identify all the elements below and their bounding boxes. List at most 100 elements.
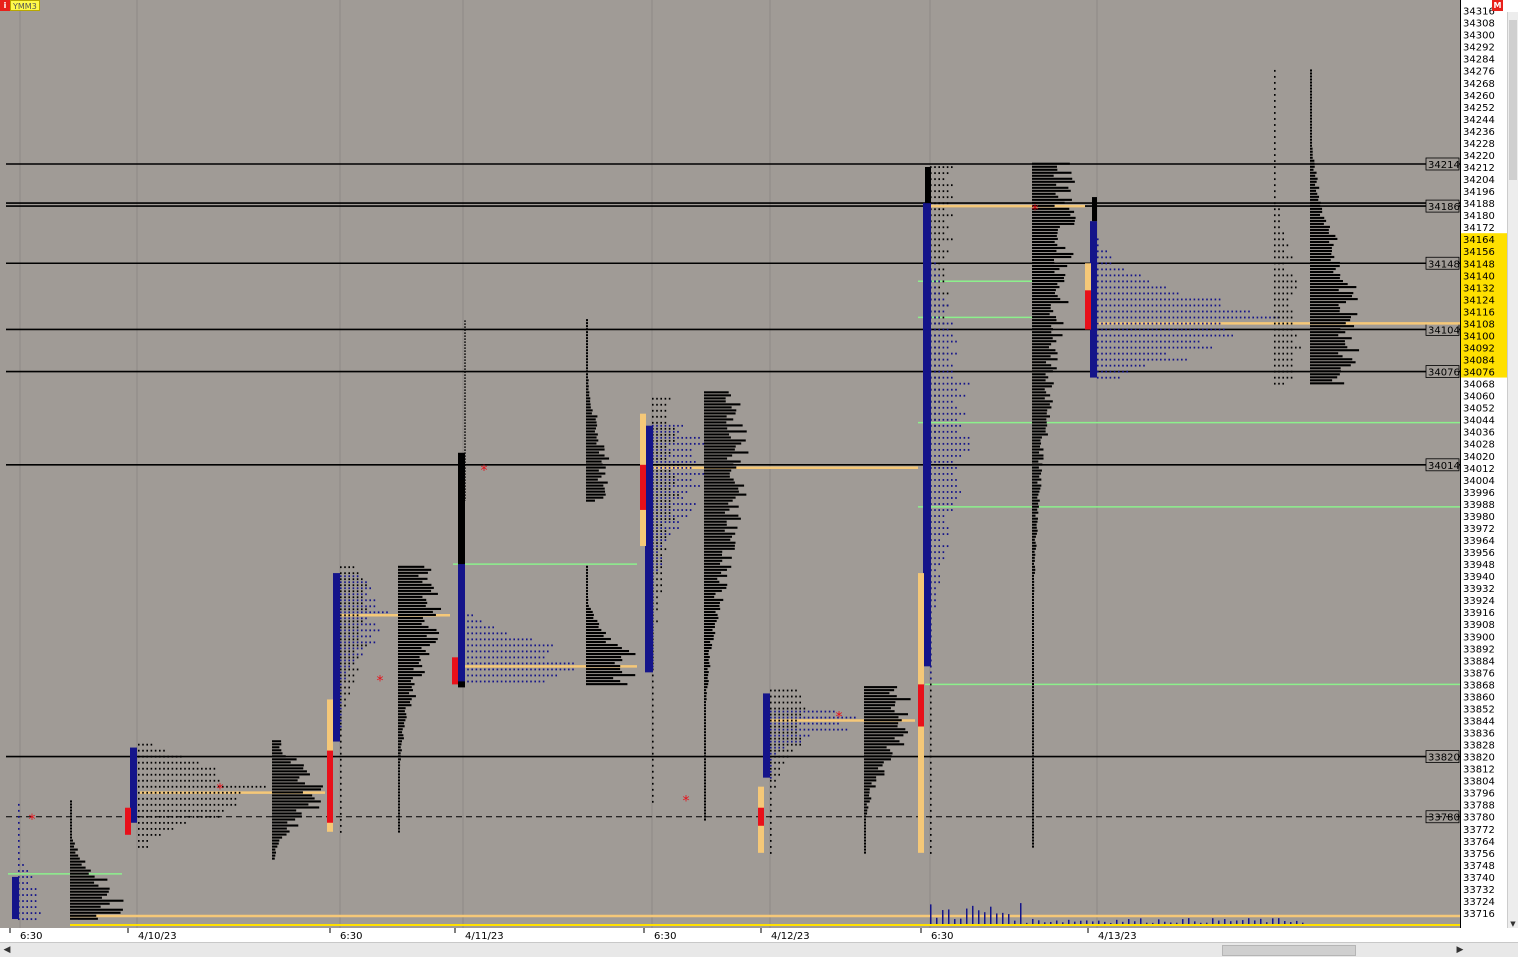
single-print-marker: *: [481, 463, 488, 479]
level-label: 34014: [1428, 461, 1460, 472]
scroll-right-icon[interactable]: ▶: [1453, 943, 1467, 957]
range-bar: [1092, 197, 1097, 222]
profile-histogram: [1032, 162, 1076, 848]
initial-balance-bar: [640, 464, 646, 510]
price-tick-label: 34236: [1463, 127, 1495, 138]
price-tick-label: 34220: [1463, 151, 1495, 162]
price-tick-label: 33844: [1463, 716, 1495, 727]
price-tick-label: 33908: [1463, 620, 1495, 631]
price-tick-label: 34148: [1463, 259, 1495, 270]
price-tick-label: 34084: [1463, 356, 1495, 367]
price-tick-label: 33820: [1463, 753, 1495, 764]
profile-tpo-columns: [1097, 238, 1280, 379]
price-tick-label: 33988: [1463, 500, 1495, 511]
symbol-name: YMM3: [10, 0, 40, 11]
time-axis: 6:30 4/10/23 6:30 4/11/23 6:30 4/12/23 6:30 4/1…: [0, 928, 1460, 942]
single-print-marker: *: [29, 812, 36, 828]
price-tick-label: 34092: [1463, 343, 1495, 354]
price-tick-label: 34132: [1463, 283, 1495, 294]
time-axis-label: 6:30: [654, 931, 676, 942]
profile-histogram: [272, 740, 323, 860]
range-bar: [1090, 221, 1097, 378]
initial-balance-bar: [125, 807, 131, 835]
scroll-left-icon[interactable]: ◀: [0, 943, 14, 957]
price-tick-label: 33940: [1463, 572, 1495, 583]
range-bar: [458, 564, 465, 682]
price-tick-label: 34076: [1463, 368, 1495, 379]
price-tick-label: 34052: [1463, 404, 1495, 415]
price-tick-label: 33788: [1463, 801, 1495, 812]
range-bar: [12, 876, 19, 920]
price-tick-label: 33716: [1463, 909, 1495, 920]
range-bar: [333, 573, 340, 742]
price-tick-label: 33828: [1463, 741, 1495, 752]
level-label: 34076: [1428, 368, 1460, 379]
price-tick-label: 33860: [1463, 692, 1495, 703]
price-tick-label: 33956: [1463, 548, 1495, 559]
price-tick-label: 34172: [1463, 223, 1495, 234]
price-tick-label: 34308: [1463, 19, 1495, 30]
volume-ticks: [930, 903, 1304, 925]
price-tick-label: 34212: [1463, 163, 1495, 174]
range-bar: [763, 693, 770, 778]
info-icon[interactable]: i: [0, 0, 10, 11]
profile-tpo-columns: [930, 166, 953, 854]
profile-tpo-columns: [770, 689, 806, 854]
profile-histogram: [586, 319, 610, 502]
time-axis-label: 6:30: [340, 931, 362, 942]
profile-histogram: [864, 686, 911, 854]
profile-tpo-columns: [652, 424, 704, 668]
menu-icon[interactable]: M: [1492, 0, 1503, 11]
level-label: 34214: [1428, 160, 1460, 171]
price-tick-label: 34244: [1463, 115, 1495, 126]
price-tick-label: 33740: [1463, 873, 1495, 884]
level-label: 34186: [1428, 202, 1460, 213]
range-bar: [645, 425, 653, 673]
price-tick-label: 34252: [1463, 103, 1495, 114]
profile-histogram: [70, 800, 124, 920]
price-tick-label: 34116: [1463, 307, 1495, 318]
price-tick-label: 33780: [1463, 813, 1495, 824]
profile-tpo-columns: [1274, 69, 1301, 385]
price-tick-label: 34028: [1463, 440, 1495, 451]
vertical-scroll-thumb[interactable]: [1509, 20, 1517, 180]
price-tick-label: 34276: [1463, 67, 1495, 78]
price-tick-label: 33996: [1463, 488, 1495, 499]
level-label: 34148: [1428, 259, 1460, 270]
horizontal-scrollbar[interactable]: ◀ ▶: [0, 942, 1518, 957]
single-print-marker: *: [377, 673, 384, 689]
price-tick-label: 33756: [1463, 849, 1495, 860]
price-tick-label: 34156: [1463, 247, 1495, 258]
price-tick-label: 34004: [1463, 476, 1495, 487]
price-tick-label: 34036: [1463, 428, 1495, 439]
price-tick-label: 33812: [1463, 765, 1495, 776]
time-axis-label: 4/12/23: [771, 931, 810, 942]
price-tick-label: 33980: [1463, 512, 1495, 523]
price-tick-label: 34100: [1463, 331, 1495, 342]
symbol-badge[interactable]: i YMM3: [0, 0, 40, 11]
price-tick-label: 34260: [1463, 91, 1495, 102]
range-bar: [925, 167, 931, 204]
price-tick-label: 33796: [1463, 789, 1495, 800]
vertical-scrollbar[interactable]: ▼: [1507, 12, 1518, 928]
single-print-marker: *: [836, 709, 843, 725]
scroll-down-icon[interactable]: ▼: [1508, 920, 1518, 928]
price-tick-label: 34284: [1463, 55, 1495, 66]
horizontal-scroll-thumb[interactable]: [1222, 945, 1356, 956]
price-tick-label: 34204: [1463, 175, 1495, 186]
level-label: 33820: [1428, 753, 1460, 764]
market-profile-chart[interactable]: 34214 34186 34148 34104 34076 34014 33820 33780…: [0, 0, 1461, 928]
price-tick-label: 33876: [1463, 668, 1495, 679]
level-label: 33780: [1428, 813, 1460, 824]
price-tick-label: 33884: [1463, 656, 1495, 667]
price-tick-label: 33932: [1463, 584, 1495, 595]
price-tick-label: 34188: [1463, 199, 1495, 210]
price-tick-label: 33868: [1463, 680, 1495, 691]
price-tick-label: 33772: [1463, 825, 1495, 836]
range-bar: [130, 747, 137, 823]
price-tick-label: 33804: [1463, 777, 1495, 788]
price-tick-label: 33724: [1463, 897, 1495, 908]
time-axis-label: 6:30: [20, 931, 42, 942]
price-tick-label: 34012: [1463, 464, 1495, 475]
price-tick-label: 33972: [1463, 524, 1495, 535]
